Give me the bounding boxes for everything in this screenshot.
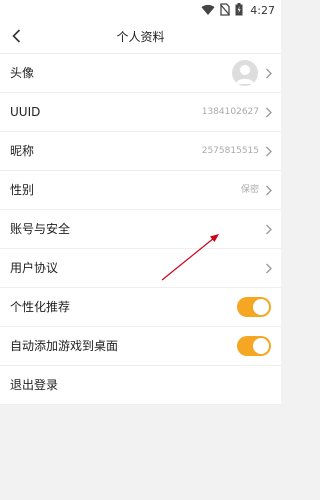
row-account-security[interactable]: 账号与安全 bbox=[0, 210, 281, 249]
row-label: 头像 bbox=[10, 66, 35, 80]
chevron-right-icon bbox=[266, 224, 272, 235]
toggle-knob bbox=[253, 299, 269, 315]
row-label: 性别 bbox=[10, 183, 35, 197]
uuid-value: 1384102627 bbox=[201, 107, 259, 117]
battery-icon bbox=[235, 1, 243, 20]
row-label: UUID bbox=[10, 105, 41, 119]
row-user-agreement[interactable]: 用户协议 bbox=[0, 249, 281, 288]
row-label: 个性化推荐 bbox=[10, 300, 71, 314]
chevron-right-icon bbox=[266, 146, 272, 157]
row-label: 自动添加游戏到桌面 bbox=[10, 339, 119, 353]
chevron-right-icon bbox=[266, 107, 272, 118]
row-gender[interactable]: 性别 保密 bbox=[0, 171, 281, 210]
status-icons: 4:27 bbox=[201, 2, 275, 18]
gender-value: 保密 bbox=[240, 185, 259, 195]
status-bar: 4:27 bbox=[0, 0, 281, 20]
row-personalized-recommendation: 个性化推荐 bbox=[0, 288, 281, 327]
row-auto-add-game: 自动添加游戏到桌面 bbox=[0, 327, 281, 366]
header: 个人资料 bbox=[0, 20, 281, 54]
page-title: 个人资料 bbox=[116, 30, 165, 44]
wifi-icon bbox=[201, 1, 215, 20]
row-avatar[interactable]: 头像 bbox=[0, 54, 281, 93]
status-time: 4:27 bbox=[250, 3, 275, 17]
row-label: 账号与安全 bbox=[10, 222, 71, 236]
chevron-right-icon bbox=[266, 68, 272, 79]
row-nickname[interactable]: 昵称 2575815515 bbox=[0, 132, 281, 171]
chevron-right-icon bbox=[266, 263, 272, 274]
avatar bbox=[232, 60, 258, 86]
nickname-value: 2575815515 bbox=[201, 146, 259, 156]
no-sim-icon bbox=[220, 1, 231, 20]
row-label: 昵称 bbox=[10, 144, 35, 158]
row-uuid[interactable]: UUID 1384102627 bbox=[0, 93, 281, 132]
personalized-recommendation-toggle[interactable] bbox=[237, 297, 271, 317]
logout-label: 退出登录 bbox=[10, 378, 59, 392]
toggle-knob bbox=[253, 338, 269, 354]
auto-add-game-toggle[interactable] bbox=[237, 336, 271, 356]
row-label: 用户协议 bbox=[10, 261, 59, 275]
default-avatar-icon bbox=[236, 65, 254, 84]
row-logout[interactable]: 退出登录 bbox=[0, 366, 281, 405]
profile-list: 头像 UUID 1384102627 昵称 2575815515 性别 保密 账… bbox=[0, 54, 281, 405]
chevron-right-icon bbox=[266, 185, 272, 196]
